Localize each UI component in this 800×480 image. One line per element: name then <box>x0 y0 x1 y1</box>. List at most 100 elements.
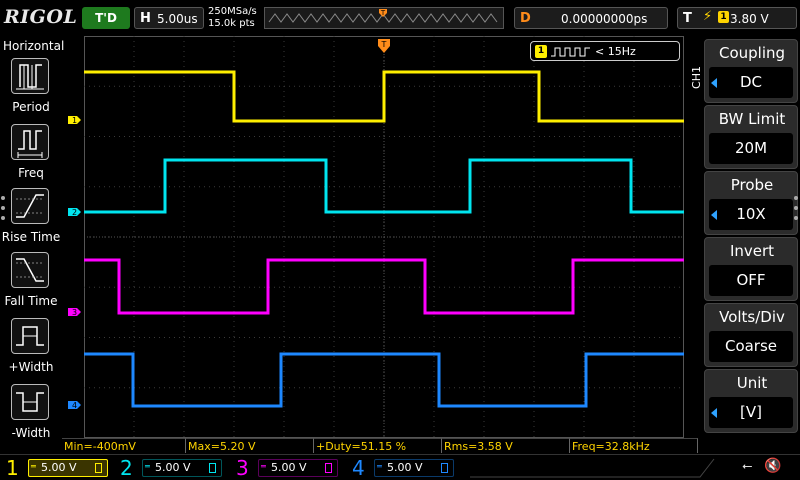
measure-neg-width-button[interactable]: -Width <box>0 384 62 448</box>
channel-4-box: ═ 5.00 V <box>374 459 454 477</box>
bw-limit-title: BW Limit <box>718 110 786 128</box>
timebase-box[interactable]: H 5.00us <box>134 7 204 29</box>
horizontal-measure-panel: Horizontal Period Freq Rise Time Fall Ti… <box>0 36 65 454</box>
ch1-marker[interactable]: 1 <box>68 116 81 125</box>
brand-logo: RIGOL <box>4 6 78 28</box>
svg-text:T: T <box>381 40 387 49</box>
bw-limit-menu[interactable]: BW Limit 20M <box>704 105 798 169</box>
timebase-key: H <box>140 11 151 26</box>
channel-3-box: ═ 5.00 V <box>258 459 338 477</box>
measure-pos-width-button[interactable]: +Width <box>0 318 62 382</box>
trigger-position-marker[interactable]: T <box>377 38 391 54</box>
coupling-menu[interactable]: Coupling DC <box>704 39 798 103</box>
bw-limit-icon <box>441 463 448 473</box>
volts-div-menu[interactable]: Volts/Div Coarse <box>704 303 798 367</box>
bw-limit-value: 20M <box>709 133 793 164</box>
measure-freq[interactable]: Freq=32.8kHz <box>570 438 698 453</box>
channel-4-tab[interactable]: 4 ═ 5.00 V <box>346 455 462 480</box>
left-arrow-icon <box>711 210 717 220</box>
memory-depth: 15.0k pts <box>208 18 255 29</box>
channel-bar: 1 ═ 5.00 V 2 ═ 5.00 V 3 ═ 5.00 V 4 ═ 5.0… <box>0 454 800 480</box>
ch1-trace <box>84 70 684 123</box>
channel-1-box: ═ 5.00 V <box>28 459 108 477</box>
volts-div-title: Volts/Div <box>719 308 785 326</box>
ch4-marker[interactable]: 4 <box>68 401 81 410</box>
svg-text:3: 3 <box>72 308 77 317</box>
trigger-box[interactable]: T 3.80 V <box>677 7 797 29</box>
svg-text:4: 4 <box>72 401 77 410</box>
volts-div-value: Coarse <box>709 331 793 362</box>
channel-markers: 1 2 3 4 <box>68 116 81 410</box>
neg-width-label: -Width <box>11 426 51 440</box>
rise-time-icon <box>11 188 49 224</box>
delay-key: D <box>520 11 531 26</box>
overview-wave-icon: T <box>268 9 498 23</box>
bw-limit-icon <box>325 463 332 473</box>
invert-value: OFF <box>709 265 793 296</box>
measure-freq-button[interactable]: Freq <box>0 124 62 188</box>
bw-limit-icon <box>209 463 216 473</box>
channel-3-scale: 5.00 V <box>271 461 307 474</box>
probe-menu[interactable]: Probe 10X <box>704 171 798 235</box>
channel-1-scale: 5.00 V <box>41 461 77 474</box>
invert-menu[interactable]: Invert OFF <box>704 237 798 301</box>
rise-time-label: Rise Time <box>1 230 61 244</box>
measure-rise-time-button[interactable]: Rise Time <box>0 188 62 252</box>
neg-width-icon <box>11 384 49 420</box>
delay-box[interactable]: D 0.00000000ps <box>514 7 668 29</box>
channel-2-tab[interactable]: 2 ═ 5.00 V <box>114 455 230 480</box>
unit-title: Unit <box>736 374 768 392</box>
pos-width-label: +Width <box>8 360 54 374</box>
period-label: Period <box>12 100 50 114</box>
ch3-marker[interactable]: 3 <box>68 308 81 317</box>
usb-icon: ⭠ <box>742 459 753 474</box>
channel-1-number: 1 <box>6 456 19 480</box>
channel-2-number: 2 <box>120 456 133 480</box>
right-scroll-dots <box>794 196 798 226</box>
counter-value: < 15Hz <box>595 45 636 58</box>
timebase-value: 5.00us <box>157 12 198 26</box>
menu-channel-label: CH1 <box>690 66 703 89</box>
left-panel-title: Horizontal <box>3 39 65 53</box>
delay-value: 0.00000000ps <box>561 12 648 26</box>
probe-value: 10X <box>709 199 793 230</box>
pos-width-icon <box>11 318 49 354</box>
measure-duty[interactable]: +Duty=51.15 % <box>314 438 442 453</box>
dc-coupling-icon: ═ <box>261 462 266 471</box>
probe-title: Probe <box>730 176 774 194</box>
measure-fall-time-button[interactable]: Fall Time <box>0 252 62 316</box>
acquisition-info: 250MSa/s 15.0k pts <box>208 6 257 30</box>
run-status-badge[interactable]: T'D <box>82 7 130 29</box>
measure-max[interactable]: Max=5.20 V <box>186 438 314 453</box>
channel-1-tab[interactable]: 1 ═ 5.00 V <box>0 455 116 480</box>
bottom-divider <box>470 458 715 478</box>
dc-coupling-icon: ═ <box>377 462 382 471</box>
period-icon <box>11 58 49 94</box>
frequency-counter[interactable]: 1 < 15Hz <box>530 41 680 61</box>
channel-3-tab[interactable]: 3 ═ 5.00 V <box>230 455 346 480</box>
left-arrow-icon <box>711 78 717 88</box>
waveform-display[interactable] <box>84 36 684 438</box>
measure-min[interactable]: Min=-400mV <box>62 438 186 453</box>
fall-time-label: Fall Time <box>4 294 58 308</box>
channel-menu-panel: CH1 Coupling DC BW Limit 20M Probe 10X I… <box>690 36 800 454</box>
dc-coupling-icon: ═ <box>145 462 150 471</box>
dc-coupling-icon: ═ <box>31 462 36 471</box>
freq-label: Freq <box>18 166 44 180</box>
channel-2-box: ═ 5.00 V <box>142 459 222 477</box>
trigger-level: 3.80 V <box>730 12 769 26</box>
speaker-mute-icon[interactable]: 🔇 <box>764 458 781 474</box>
svg-text:1: 1 <box>72 116 77 125</box>
measure-rms[interactable]: Rms=3.58 V <box>442 438 570 453</box>
left-arrow-icon <box>711 408 717 418</box>
measurement-bar: Min=-400mV Max=5.20 V +Duty=51.15 % Rms=… <box>62 438 700 453</box>
measure-period-button[interactable]: Period <box>0 58 62 122</box>
channel-4-scale: 5.00 V <box>387 461 423 474</box>
counter-channel-badge: 1 <box>535 45 547 58</box>
bw-limit-icon <box>95 463 102 473</box>
ch2-marker[interactable]: 2 <box>68 208 81 217</box>
invert-title: Invert <box>729 242 775 260</box>
top-status-bar: RIGOL T'D H 5.00us 250MSa/s 15.0k pts T … <box>0 0 800 36</box>
waveform-overview[interactable]: T <box>264 7 504 29</box>
unit-menu[interactable]: Unit [V] <box>704 369 798 433</box>
